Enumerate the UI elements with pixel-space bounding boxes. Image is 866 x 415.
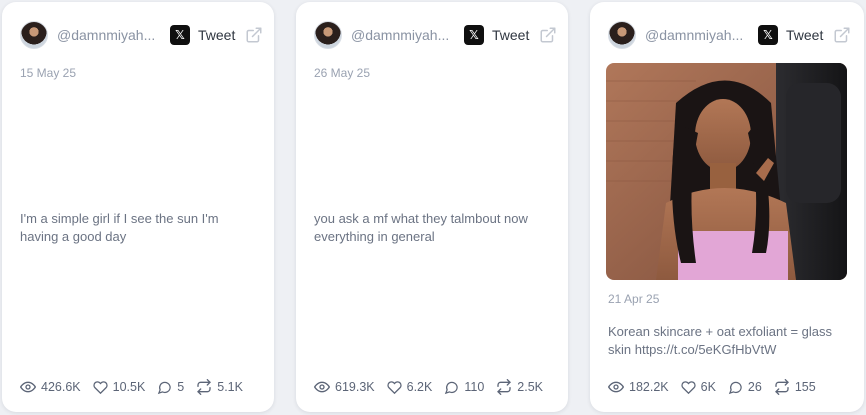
tweet-card-3[interactable]: @damnmiyah... 𝕏 Tweet 21 Apr 25 Korean s… [590,2,864,412]
eye-icon [608,381,624,393]
heart-icon [387,380,402,394]
retweet-icon [497,379,511,395]
comment-icon [158,381,172,394]
replies-stat: 26 [728,380,762,395]
retweets-count: 5.1K [217,380,243,394]
views-count: 426.6K [41,380,81,394]
tweet-date: 26 May 25 [314,66,371,80]
user-handle[interactable]: @damnmiyah... [57,27,160,43]
views-stat: 426.6K [20,379,81,395]
replies-stat: 110 [444,380,484,395]
retweets-count: 155 [794,380,816,394]
views-count: 619.3K [335,380,375,394]
retweet-icon [197,379,211,395]
heart-icon [93,380,108,394]
avatar[interactable] [608,21,636,49]
tweet-text: I'm a simple girl if I see the sun I'm h… [20,211,219,244]
tweet-date: 15 May 25 [20,66,77,80]
heart-icon [681,380,696,394]
replies-count: 26 [747,380,762,394]
likes-stat: 10.5K [93,380,146,395]
avatar[interactable] [314,21,342,49]
views-count: 182.2K [629,380,669,394]
x-logo-icon: 𝕏 [464,25,484,45]
card-header: @damnmiyah... 𝕏 Tweet [20,20,262,50]
card-header: @damnmiyah... 𝕏 Tweet [314,20,556,50]
likes-count: 6.2K [406,380,433,394]
replies-count: 5 [177,380,185,394]
views-stat: 619.3K [314,379,375,395]
x-logo-icon: 𝕏 [170,25,190,45]
likes-count: 6K [700,380,716,394]
replies-count: 110 [464,380,485,394]
comment-icon [445,381,459,394]
stats-bar: 426.6K 10.5K 5 5.1K [20,376,264,398]
likes-count: 10.5K [112,380,146,394]
views-stat: 182.2K [608,379,669,395]
replies-stat: 5 [157,380,184,395]
tweet-label: Tweet [492,27,530,43]
eye-icon [314,381,330,393]
retweets-stat: 5.1K [196,379,243,395]
stats-bar: 619.3K 6.2K 110 2.5K [314,376,558,398]
tweet-card-2[interactable]: @damnmiyah... 𝕏 Tweet 26 May 25 you ask … [296,2,568,412]
x-logo-icon: 𝕏 [758,25,778,45]
likes-stat: 6.2K [387,380,433,395]
retweets-stat: 155 [774,379,816,395]
photo-illustration [606,63,847,280]
eye-icon [20,381,36,393]
retweet-icon [775,379,789,395]
tweet-text: Korean skincare + oat exfoliant = glass … [608,324,833,357]
card-header: @damnmiyah... 𝕏 Tweet [608,20,850,50]
retweets-count: 2.5K [517,380,543,394]
tweet-photo[interactable] [606,63,847,280]
tweet-date: 21 Apr 25 [608,292,660,306]
comment-icon [728,381,742,394]
tweet-card-1[interactable]: @damnmiyah... 𝕏 Tweet 15 May 25 I'm a si… [2,2,274,412]
external-link-icon[interactable] [539,26,557,44]
tweet-label: Tweet [786,27,824,43]
stats-bar: 182.2K 6K 26 155 [608,376,854,398]
retweets-stat: 2.5K [496,379,543,395]
tweet-label: Tweet [198,27,236,43]
external-link-icon[interactable] [833,26,851,44]
tweet-text: you ask a mf what they talmbout now ever… [314,211,528,244]
avatar[interactable] [20,21,48,49]
likes-stat: 6K [681,380,716,395]
user-handle[interactable]: @damnmiyah... [645,27,748,43]
user-handle[interactable]: @damnmiyah... [351,27,454,43]
external-link-icon[interactable] [245,26,263,44]
